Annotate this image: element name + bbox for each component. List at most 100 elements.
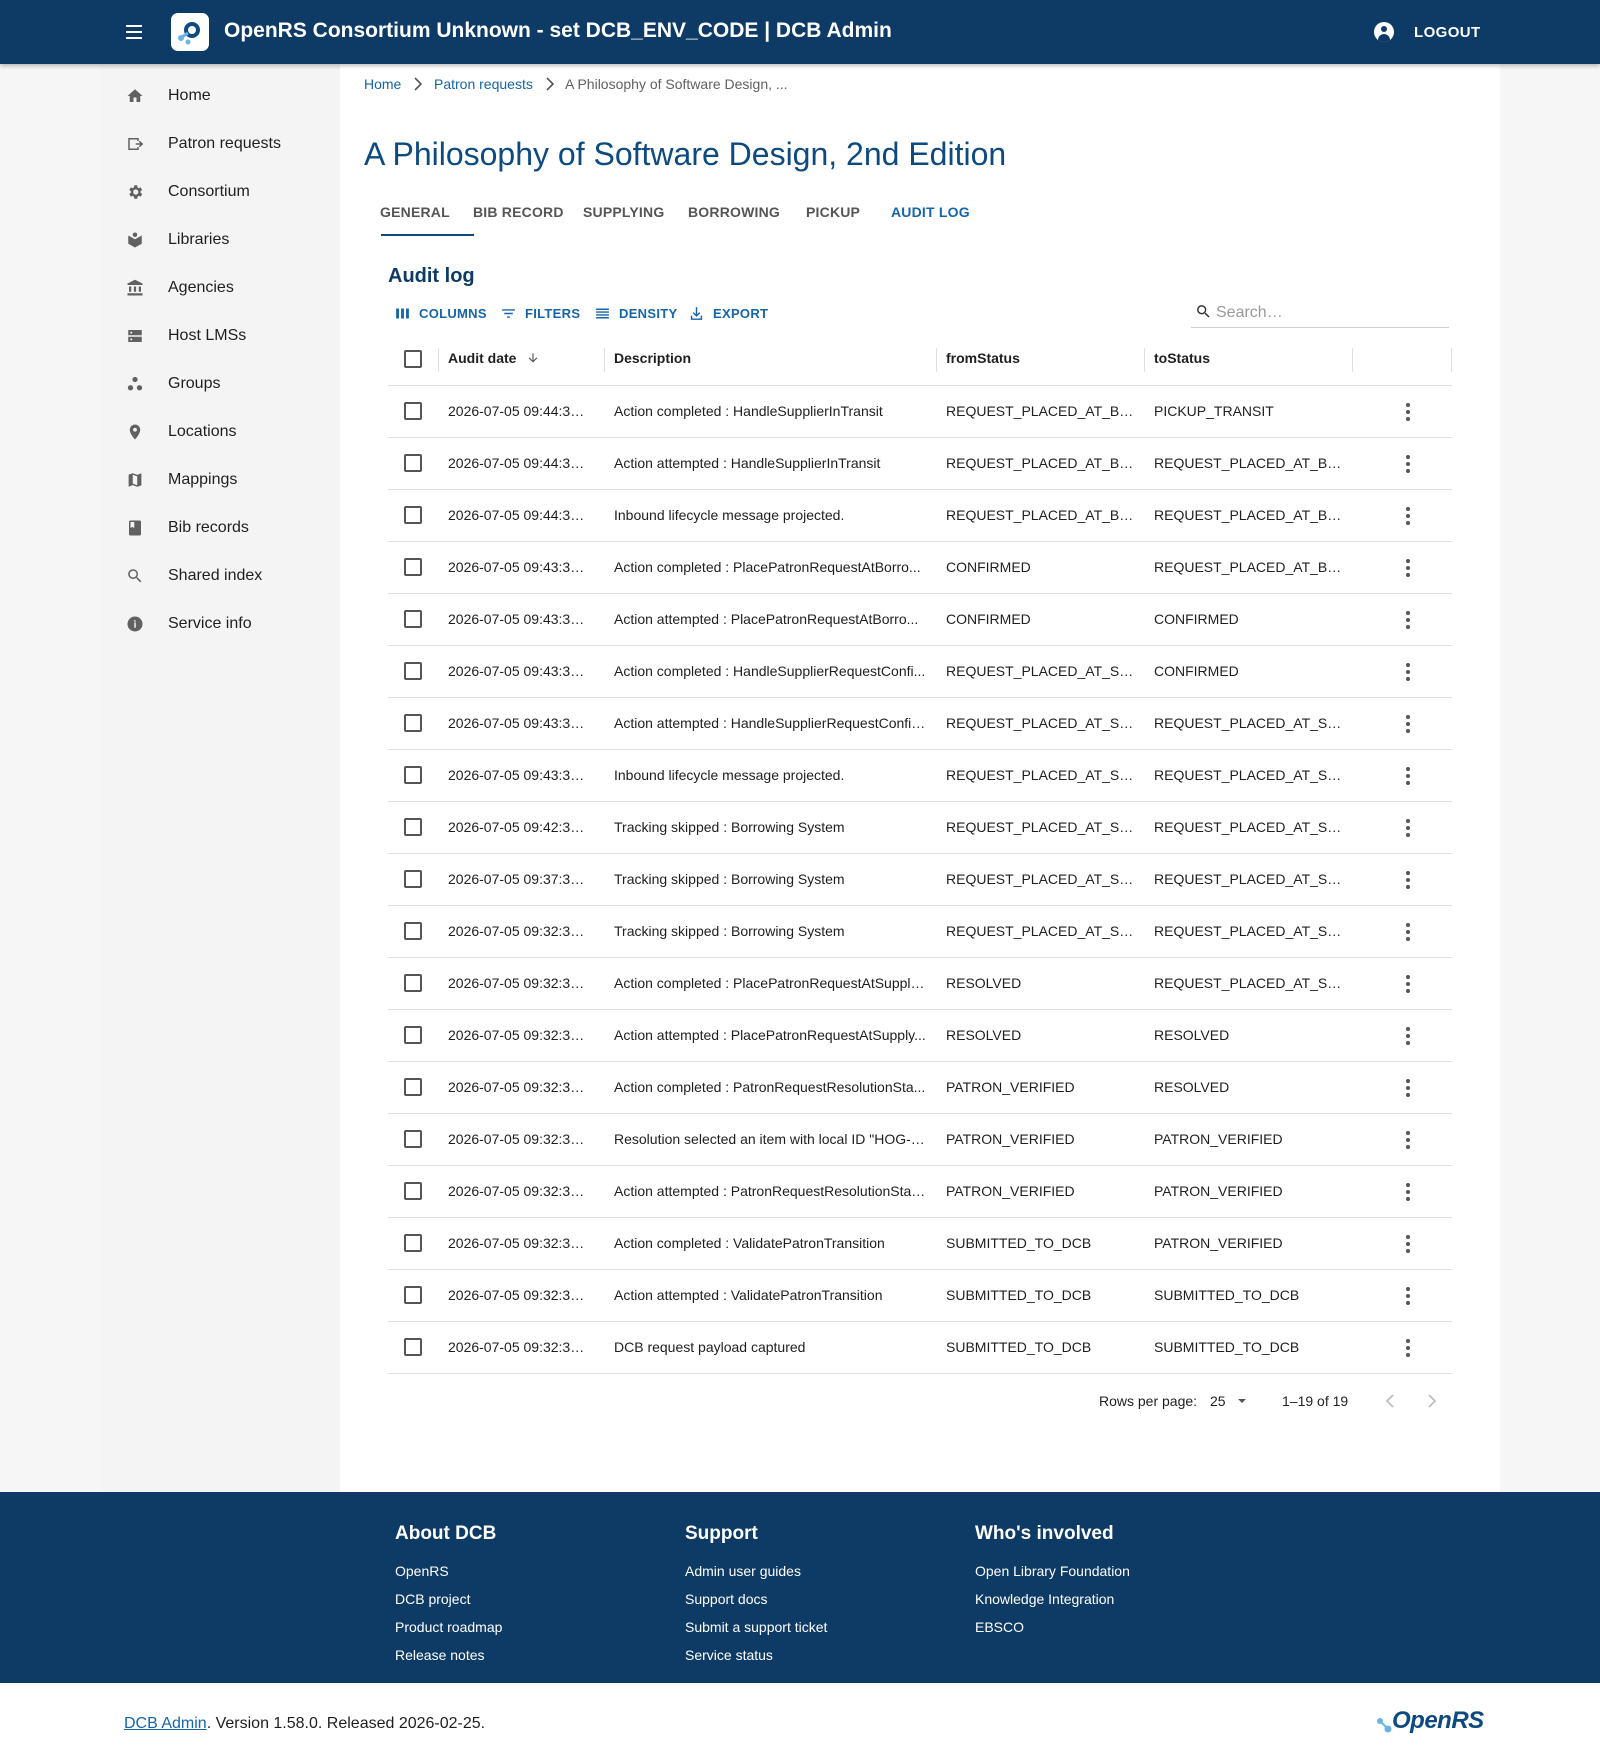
table-row[interactable]: 2026-07-05 09:44:33.... Action completed … <box>388 386 1452 438</box>
sort-descending-icon[interactable] <box>526 351 540 365</box>
table-row[interactable]: 2026-07-05 09:43:32.... Action attempted … <box>388 698 1452 750</box>
row-checkbox[interactable] <box>404 1286 422 1304</box>
row-checkbox[interactable] <box>404 1338 422 1356</box>
menu-icon[interactable] <box>122 20 146 44</box>
more-vert-icon[interactable] <box>1398 1130 1418 1150</box>
column-header-to-status[interactable]: toStatus <box>1154 350 1210 366</box>
footer-link-knowledge-integration[interactable]: Knowledge Integration <box>975 1591 1114 1607</box>
breadcrumb-home[interactable]: Home <box>364 76 401 92</box>
row-checkbox[interactable] <box>404 402 422 420</box>
more-vert-icon[interactable] <box>1398 454 1418 474</box>
row-checkbox[interactable] <box>404 1130 422 1148</box>
more-vert-icon[interactable] <box>1398 558 1418 578</box>
row-checkbox[interactable] <box>404 454 422 472</box>
tab-general[interactable]: GENERAL <box>380 204 450 220</box>
table-row[interactable]: 2026-07-05 09:44:33.... Inbound lifecycle… <box>388 490 1452 542</box>
footer-link-submit-ticket[interactable]: Submit a support ticket <box>685 1619 827 1635</box>
table-row[interactable]: 2026-07-05 09:32:33.... Action attempted … <box>388 1010 1452 1062</box>
columns-button[interactable]: COLUMNS <box>394 304 487 322</box>
more-vert-icon[interactable] <box>1398 1182 1418 1202</box>
rows-per-page-select[interactable]: 25 <box>1210 1393 1247 1409</box>
sidebar-item-service-info[interactable]: Service info <box>101 600 340 648</box>
footer-link-dcb-project[interactable]: DCB project <box>395 1591 470 1607</box>
footer-link-release-notes[interactable]: Release notes <box>395 1647 485 1663</box>
row-checkbox[interactable] <box>404 1182 422 1200</box>
row-checkbox[interactable] <box>404 766 422 784</box>
sidebar-item-host-lmss[interactable]: Host LMSs <box>101 312 340 360</box>
row-checkbox[interactable] <box>404 870 422 888</box>
sidebar-item-groups[interactable]: Groups <box>101 360 340 408</box>
logout-button[interactable]: LOGOUT <box>1414 24 1481 41</box>
table-row[interactable]: 2026-07-05 09:32:32.... DCB request paylo… <box>388 1322 1452 1374</box>
column-header-description[interactable]: Description <box>614 350 691 366</box>
select-all-checkbox[interactable] <box>404 350 422 368</box>
table-row[interactable]: 2026-07-05 09:32:35.... Tracking skipped … <box>388 906 1452 958</box>
column-header-from-status[interactable]: fromStatus <box>946 350 1020 366</box>
more-vert-icon[interactable] <box>1398 922 1418 942</box>
more-vert-icon[interactable] <box>1398 1078 1418 1098</box>
openrs-logo[interactable]: OpenRS <box>1376 1707 1484 1735</box>
table-row[interactable]: 2026-07-05 09:43:32.... Action attempted … <box>388 594 1452 646</box>
row-checkbox[interactable] <box>404 1026 422 1044</box>
footer-link-support-docs[interactable]: Support docs <box>685 1591 768 1607</box>
more-vert-icon[interactable] <box>1398 1026 1418 1046</box>
dcb-admin-link[interactable]: DCB Admin <box>124 1715 207 1732</box>
table-row[interactable]: 2026-07-05 09:43:32.... Action completed … <box>388 542 1452 594</box>
table-row[interactable]: 2026-07-05 09:43:32.... Inbound lifecycle… <box>388 750 1452 802</box>
sidebar-item-patron-requests[interactable]: Patron requests <box>101 120 340 168</box>
row-checkbox[interactable] <box>404 1234 422 1252</box>
row-checkbox[interactable] <box>404 610 422 628</box>
table-row[interactable]: 2026-07-05 09:32:33.... Resolution select… <box>388 1114 1452 1166</box>
more-vert-icon[interactable] <box>1398 766 1418 786</box>
breadcrumb-patron-requests[interactable]: Patron requests <box>434 76 533 92</box>
row-checkbox[interactable] <box>404 818 422 836</box>
table-row[interactable]: 2026-07-05 09:32:33.... Action completed … <box>388 1062 1452 1114</box>
tab-borrowing[interactable]: BORROWING <box>688 204 780 220</box>
density-button[interactable]: DENSITY <box>594 304 677 322</box>
footer-link-openrs[interactable]: OpenRS <box>395 1563 449 1579</box>
more-vert-icon[interactable] <box>1398 1286 1418 1306</box>
more-vert-icon[interactable] <box>1398 610 1418 630</box>
more-vert-icon[interactable] <box>1398 870 1418 890</box>
table-row[interactable]: 2026-07-05 09:32:32.... Action completed … <box>388 1218 1452 1270</box>
tab-supplying[interactable]: SUPPLYING <box>583 204 664 220</box>
footer-link-admin-user-guides[interactable]: Admin user guides <box>685 1563 801 1579</box>
row-checkbox[interactable] <box>404 662 422 680</box>
table-row[interactable]: 2026-07-05 09:43:32.... Action completed … <box>388 646 1452 698</box>
table-row[interactable]: 2026-07-05 09:42:35.... Tracking skipped … <box>388 802 1452 854</box>
more-vert-icon[interactable] <box>1398 506 1418 526</box>
more-vert-icon[interactable] <box>1398 1338 1418 1358</box>
account-icon[interactable] <box>1374 22 1394 42</box>
column-header-audit-date[interactable]: Audit date <box>448 350 540 366</box>
more-vert-icon[interactable] <box>1398 974 1418 994</box>
sidebar-item-mappings[interactable]: Mappings <box>101 456 340 504</box>
tab-bib-record[interactable]: BIB RECORD <box>473 204 564 220</box>
table-row[interactable]: 2026-07-05 09:32:32.... Action attempted … <box>388 1270 1452 1322</box>
more-vert-icon[interactable] <box>1398 662 1418 682</box>
table-row[interactable]: 2026-07-05 09:32:33.... Action completed … <box>388 958 1452 1010</box>
sidebar-item-consortium[interactable]: Consortium <box>101 168 340 216</box>
footer-link-product-roadmap[interactable]: Product roadmap <box>395 1619 502 1635</box>
row-checkbox[interactable] <box>404 974 422 992</box>
next-page-button[interactable] <box>1421 1391 1441 1411</box>
sidebar-item-shared-index[interactable]: Shared index <box>101 552 340 600</box>
sidebar-item-home[interactable]: Home <box>101 72 340 120</box>
more-vert-icon[interactable] <box>1398 1234 1418 1254</box>
tab-pickup[interactable]: PICKUP <box>806 204 860 220</box>
sidebar-item-agencies[interactable]: Agencies <box>101 264 340 312</box>
row-checkbox[interactable] <box>404 922 422 940</box>
more-vert-icon[interactable] <box>1398 402 1418 422</box>
row-checkbox[interactable] <box>404 1078 422 1096</box>
more-vert-icon[interactable] <box>1398 818 1418 838</box>
sidebar-item-bib-records[interactable]: Bib records <box>101 504 340 552</box>
row-checkbox[interactable] <box>404 506 422 524</box>
previous-page-button[interactable] <box>1381 1391 1401 1411</box>
tab-audit-log[interactable]: AUDIT LOG <box>891 204 970 220</box>
footer-link-service-status[interactable]: Service status <box>685 1647 773 1663</box>
search-input[interactable] <box>1216 302 1441 324</box>
more-vert-icon[interactable] <box>1398 714 1418 734</box>
sidebar-item-locations[interactable]: Locations <box>101 408 340 456</box>
row-checkbox[interactable] <box>404 714 422 732</box>
footer-link-ebsco[interactable]: EBSCO <box>975 1619 1024 1635</box>
sidebar-item-libraries[interactable]: Libraries <box>101 216 340 264</box>
